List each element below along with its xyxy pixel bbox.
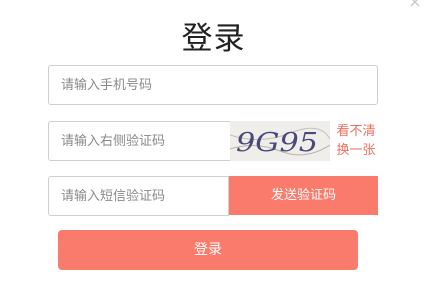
phone-input[interactable] (49, 66, 377, 104)
refresh-label-line2: 换一张 (336, 143, 376, 158)
captcha-text: 9G95 (236, 128, 318, 158)
close-icon[interactable]: × (407, 0, 423, 10)
sms-code-input[interactable] (49, 177, 228, 215)
captcha-graphic: 9G95 (230, 127, 330, 158)
sms-field[interactable] (48, 176, 229, 216)
refresh-captcha-link[interactable]: 看不清 换一张 (334, 122, 378, 160)
captcha-image[interactable]: 9G95 (230, 121, 330, 161)
refresh-label-line1: 看不清 (336, 124, 376, 139)
captcha-input[interactable] (49, 122, 230, 160)
login-dialog: × 登录 9G95 看不清 换一张 发送验证码 登录 (0, 0, 437, 291)
send-code-button[interactable]: 发送验证码 (229, 176, 378, 215)
dialog-title: 登录 (181, 21, 246, 57)
phone-field[interactable] (48, 65, 378, 105)
login-button[interactable]: 登录 (58, 230, 358, 270)
captcha-field[interactable] (48, 121, 231, 161)
